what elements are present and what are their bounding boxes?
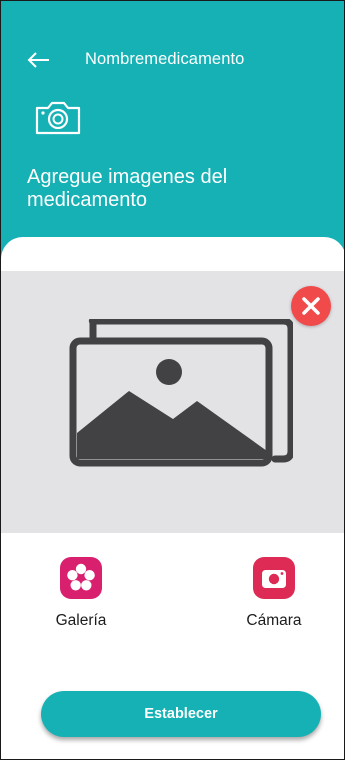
- camera-option[interactable]: Cámara: [229, 557, 319, 630]
- close-circle-icon: [302, 297, 320, 315]
- flower-gallery-icon: [60, 557, 102, 599]
- camera-outline-icon: [35, 101, 81, 135]
- gallery-label: Galería: [55, 612, 107, 629]
- camera-label: Cámara: [246, 612, 302, 629]
- header: Nombremedicamento Agregue imagenes del m…: [1, 1, 344, 263]
- remove-image-button[interactable]: [291, 286, 331, 326]
- app-screen: Nombremedicamento Agregue imagenes del m…: [0, 0, 345, 760]
- page-title: Nombremedicamento: [85, 50, 245, 68]
- section-heading: Agregue imagenes del medicamento: [27, 166, 228, 211]
- gallery-option[interactable]: Galería: [36, 557, 126, 630]
- establecer-button[interactable]: Establecer: [41, 691, 321, 737]
- camera-app-icon: [253, 557, 295, 599]
- arrow-left-icon[interactable]: [27, 51, 51, 69]
- image-stack-icon: [69, 319, 293, 467]
